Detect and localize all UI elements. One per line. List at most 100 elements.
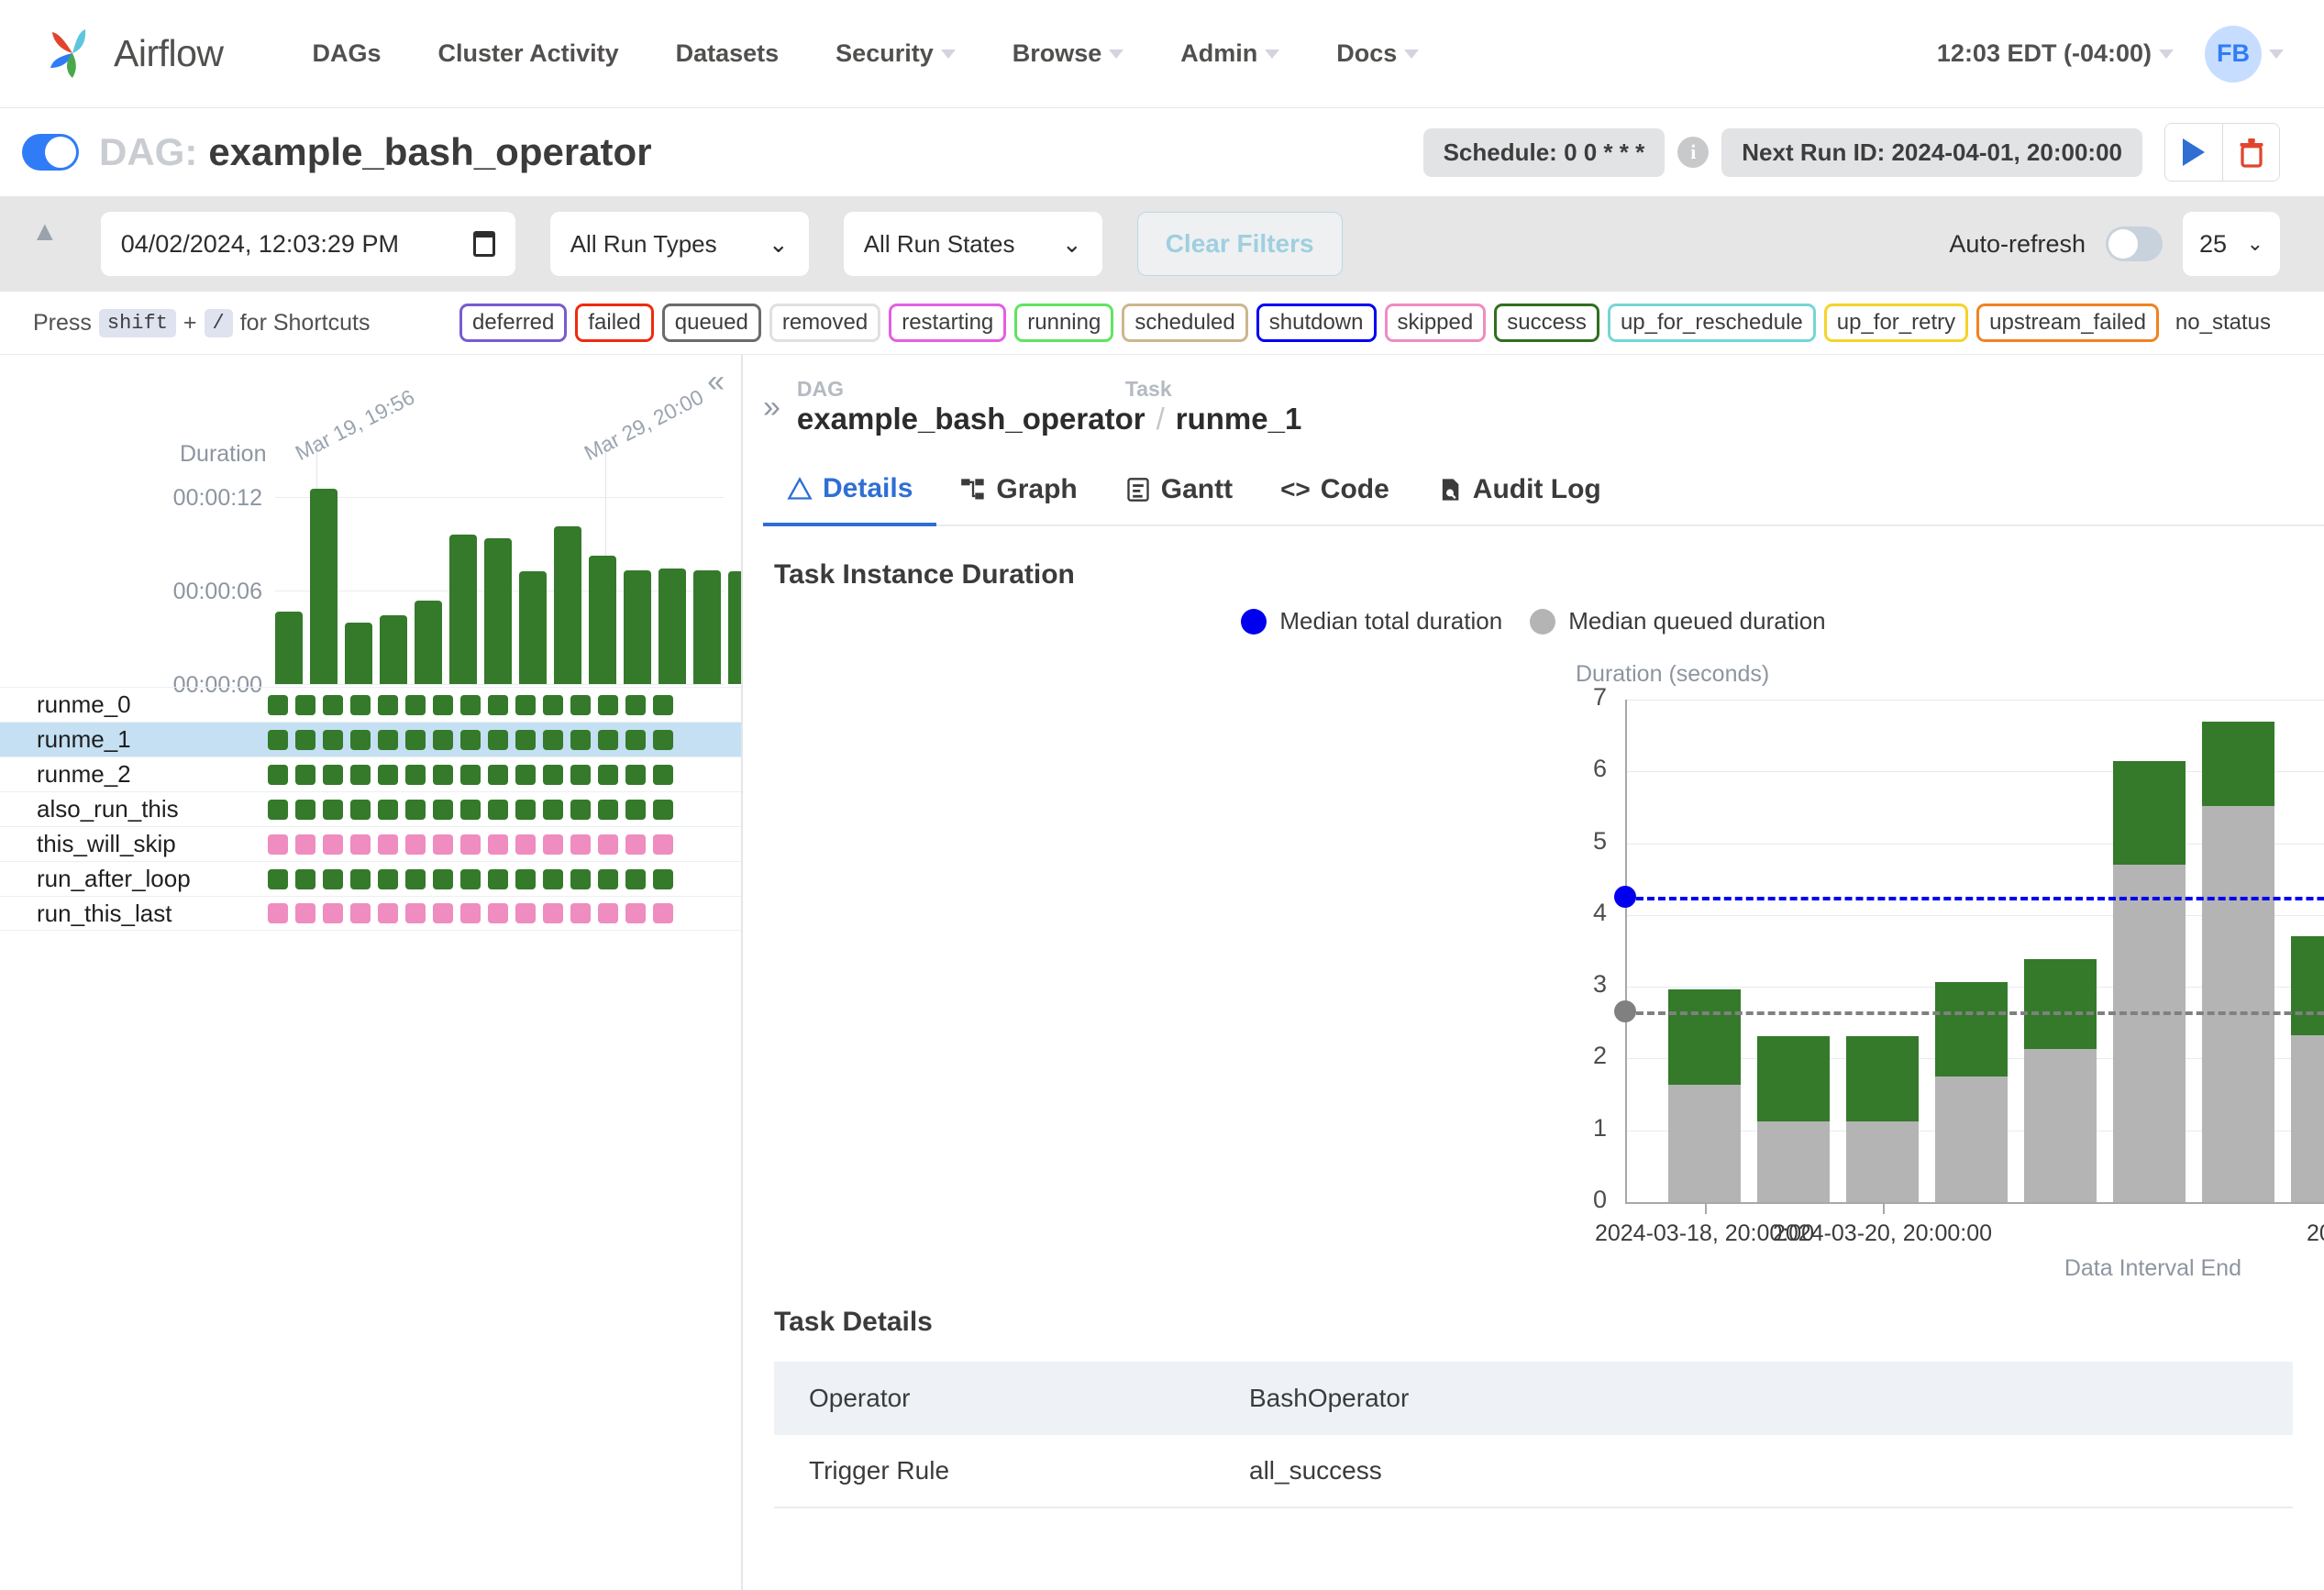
task-instance-square[interactable] xyxy=(570,834,591,855)
task-instance-square[interactable] xyxy=(405,869,426,889)
task-instance-square[interactable] xyxy=(653,869,673,889)
task-instance-square[interactable] xyxy=(460,903,481,923)
task-row[interactable]: also_run_this xyxy=(0,791,741,826)
dag-run-duration-bar[interactable] xyxy=(693,570,721,684)
run-state-select[interactable]: All Run States ⌄ xyxy=(844,212,1102,276)
dag-run-duration-bar[interactable] xyxy=(275,612,303,684)
dag-run-duration-bar[interactable] xyxy=(624,570,651,684)
state-chip-restarting[interactable]: restarting xyxy=(889,304,1006,342)
task-instance-square[interactable] xyxy=(570,869,591,889)
task-instance-square[interactable] xyxy=(323,695,343,715)
dag-pause-toggle[interactable] xyxy=(22,134,79,171)
task-instance-square[interactable] xyxy=(570,730,591,750)
task-instance-square[interactable] xyxy=(488,730,508,750)
chart-bar-column[interactable] xyxy=(1935,700,2009,1202)
state-chip-queued[interactable]: queued xyxy=(662,304,761,342)
run-type-select[interactable]: All Run Types ⌄ xyxy=(550,212,809,276)
nav-item-browse[interactable]: Browse xyxy=(984,39,1153,68)
user-menu[interactable]: FB xyxy=(2196,26,2284,83)
chart-bar-column[interactable] xyxy=(2113,700,2186,1202)
task-instance-square[interactable] xyxy=(598,695,618,715)
expand-panel-icon[interactable]: » xyxy=(763,392,780,423)
task-instance-square[interactable] xyxy=(515,834,536,855)
task-instance-square[interactable] xyxy=(515,765,536,785)
dag-run-duration-bar[interactable] xyxy=(554,526,581,684)
task-instance-square[interactable] xyxy=(543,765,563,785)
dag-run-duration-bar[interactable] xyxy=(415,601,442,684)
task-instance-square[interactable] xyxy=(488,695,508,715)
task-instance-square[interactable] xyxy=(570,800,591,820)
task-instance-square[interactable] xyxy=(543,834,563,855)
brand[interactable]: Airflow xyxy=(44,26,224,83)
task-instance-square[interactable] xyxy=(268,800,288,820)
task-instance-square[interactable] xyxy=(653,730,673,750)
dag-run-duration-bar[interactable] xyxy=(728,571,743,684)
task-instance-square[interactable] xyxy=(515,800,536,820)
chart-bar-column[interactable] xyxy=(2202,700,2275,1202)
dag-run-duration-bar[interactable] xyxy=(380,615,407,684)
task-instance-square[interactable] xyxy=(350,730,371,750)
task-instance-square[interactable] xyxy=(570,765,591,785)
task-instance-square[interactable] xyxy=(295,800,315,820)
task-instance-square[interactable] xyxy=(625,869,646,889)
task-instance-square[interactable] xyxy=(488,834,508,855)
task-instance-square[interactable] xyxy=(295,903,315,923)
task-instance-square[interactable] xyxy=(598,730,618,750)
task-instance-square[interactable] xyxy=(378,800,398,820)
task-instance-square[interactable] xyxy=(350,695,371,715)
task-instance-square[interactable] xyxy=(515,695,536,715)
dag-run-duration-bar[interactable] xyxy=(519,571,547,684)
chart-bar-column[interactable] xyxy=(1846,700,1920,1202)
task-instance-square[interactable] xyxy=(598,765,618,785)
auto-refresh-toggle[interactable] xyxy=(2106,226,2163,261)
task-instance-square[interactable] xyxy=(378,869,398,889)
task-instance-square[interactable] xyxy=(268,869,288,889)
breadcrumb-dag-name[interactable]: example_bash_operator xyxy=(797,402,1145,436)
task-instance-square[interactable] xyxy=(488,903,508,923)
task-instance-square[interactable] xyxy=(543,730,563,750)
task-instance-square[interactable] xyxy=(295,695,315,715)
state-chip-upstream-failed[interactable]: upstream_failed xyxy=(1976,304,2159,342)
nav-item-admin[interactable]: Admin xyxy=(1152,39,1308,68)
task-instance-square[interactable] xyxy=(460,765,481,785)
nav-item-docs[interactable]: Docs xyxy=(1308,39,1447,68)
dag-run-duration-bar[interactable] xyxy=(658,569,686,684)
trigger-dag-button[interactable] xyxy=(2165,124,2222,181)
tab-gantt[interactable]: Gantt xyxy=(1101,461,1256,524)
state-chip-shutdown[interactable]: shutdown xyxy=(1256,304,1377,342)
task-instance-square[interactable] xyxy=(598,869,618,889)
chart-bar-column[interactable] xyxy=(1757,700,1831,1202)
task-instance-square[interactable] xyxy=(405,903,426,923)
task-instance-square[interactable] xyxy=(295,869,315,889)
collapse-header-icon[interactable]: ▲ xyxy=(31,218,59,246)
state-chip-running[interactable]: running xyxy=(1014,304,1113,342)
task-instance-square[interactable] xyxy=(323,765,343,785)
task-instance-square[interactable] xyxy=(433,834,453,855)
dag-run-duration-bar[interactable] xyxy=(484,538,512,684)
task-instance-square[interactable] xyxy=(515,730,536,750)
task-instance-square[interactable] xyxy=(543,800,563,820)
task-instance-square[interactable] xyxy=(625,695,646,715)
dag-run-duration-bar[interactable] xyxy=(589,556,616,684)
task-instance-square[interactable] xyxy=(378,765,398,785)
dag-run-duration-bar[interactable] xyxy=(345,623,372,684)
task-instance-square[interactable] xyxy=(433,869,453,889)
task-instance-square[interactable] xyxy=(268,730,288,750)
state-chip-removed[interactable]: removed xyxy=(769,304,880,342)
task-instance-square[interactable] xyxy=(378,730,398,750)
task-instance-square[interactable] xyxy=(460,834,481,855)
state-chip-up-for-retry[interactable]: up_for_retry xyxy=(1824,304,1968,342)
state-chip-success[interactable]: success xyxy=(1494,304,1599,342)
legend-item-total[interactable]: Median total duration xyxy=(1241,607,1502,635)
task-instance-square[interactable] xyxy=(323,730,343,750)
tab-details[interactable]: Details xyxy=(763,460,936,526)
chart-bar-column[interactable] xyxy=(2291,700,2324,1202)
page-size-select[interactable]: 25 ⌄ xyxy=(2183,212,2280,276)
task-instance-square[interactable] xyxy=(323,869,343,889)
task-instance-square[interactable] xyxy=(323,834,343,855)
task-instance-square[interactable] xyxy=(625,903,646,923)
task-instance-square[interactable] xyxy=(433,695,453,715)
task-instance-square[interactable] xyxy=(433,765,453,785)
delete-dag-button[interactable] xyxy=(2222,124,2279,181)
task-row[interactable]: run_this_last xyxy=(0,896,741,931)
